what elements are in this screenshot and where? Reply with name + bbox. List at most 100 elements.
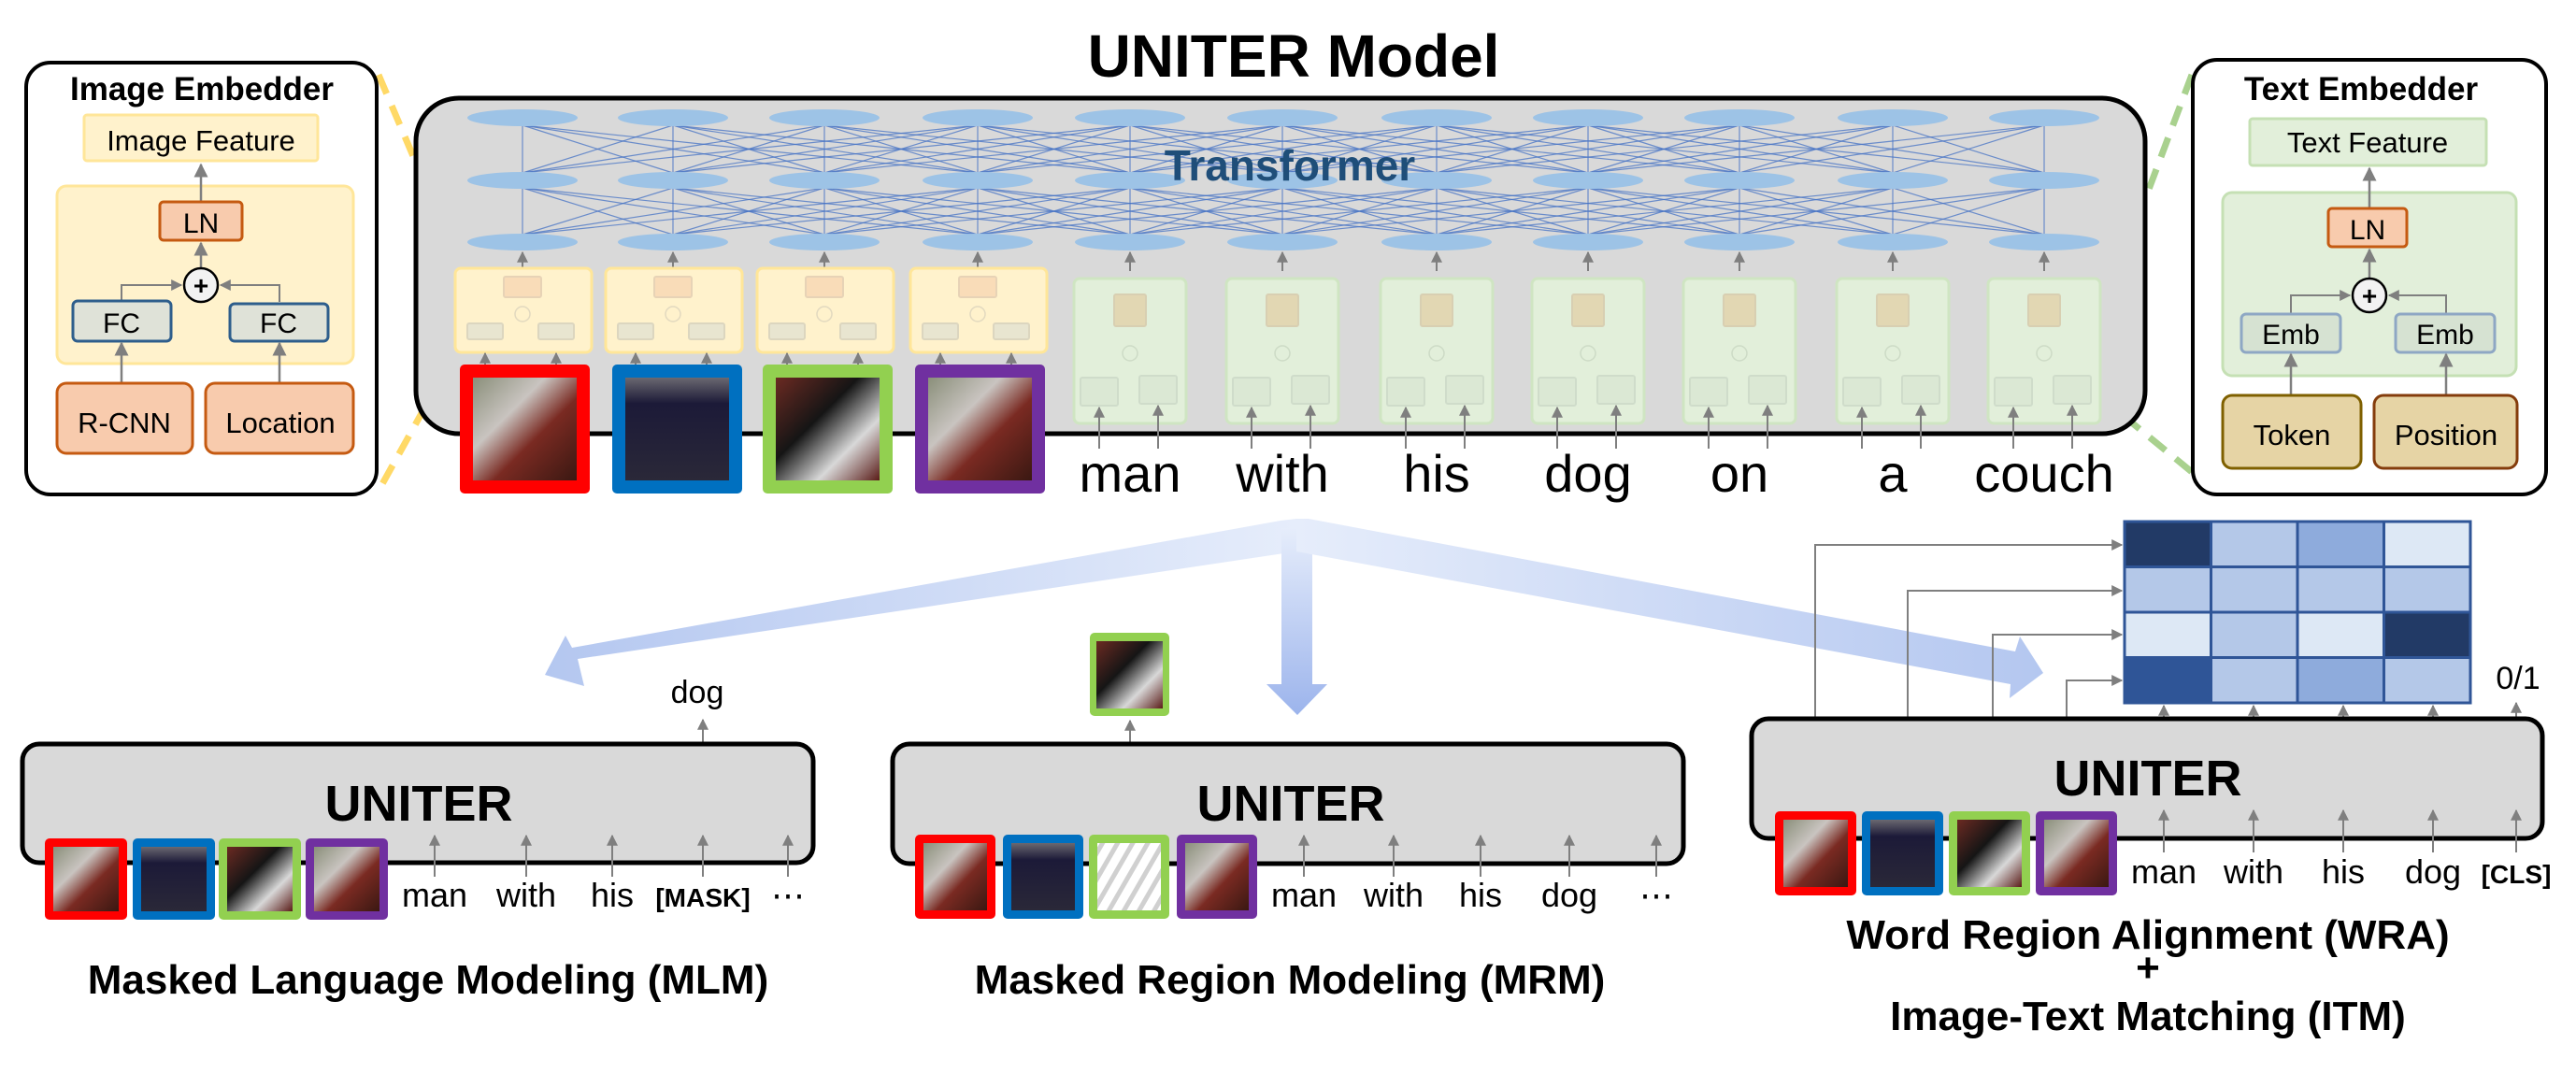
task-region-cup-region-thumb bbox=[1870, 820, 1935, 887]
task-token: man bbox=[402, 876, 467, 914]
task-token: his bbox=[591, 876, 634, 914]
task-fan-arrows bbox=[545, 519, 2043, 715]
mini-emb-box bbox=[1538, 377, 1577, 407]
alignment-cell bbox=[2383, 656, 2472, 705]
alignment-cell bbox=[2296, 656, 2385, 705]
transformer-node bbox=[618, 109, 728, 126]
mlm-uniter-label: UNITER bbox=[325, 776, 513, 832]
mini-ln-box bbox=[653, 276, 693, 298]
input-word: man bbox=[1080, 444, 1181, 503]
image-fc-left-label: FC bbox=[103, 308, 140, 339]
image-ln-label: LN bbox=[183, 208, 219, 239]
alignment-cell bbox=[2123, 520, 2212, 568]
mini-emb-box bbox=[1689, 377, 1728, 407]
transformer-node bbox=[618, 172, 728, 189]
mini-fc-box bbox=[688, 322, 725, 340]
wra-itm-task: 0/1 UNITER man with his dog [CLS] Word Regio… bbox=[1749, 520, 2551, 1039]
image-embedder-panel: Image Embedder Image Feature LN + FC FC … bbox=[24, 61, 379, 496]
mini-emb-box bbox=[1138, 375, 1178, 405]
mini-emb-box bbox=[1994, 377, 2033, 407]
alignment-cell bbox=[2210, 565, 2299, 614]
mrm-caption: Masked Region Modeling (MRM) bbox=[975, 957, 1606, 1003]
task-token: ⋯ bbox=[771, 876, 805, 914]
mini-ln-box bbox=[2027, 293, 2061, 327]
alignment-matrix bbox=[2123, 520, 2472, 705]
alignment-cell bbox=[2296, 520, 2385, 568]
transformer-node bbox=[1989, 234, 2099, 250]
mini-emb-box bbox=[1445, 375, 1484, 405]
rcnn-input-label: R-CNN bbox=[78, 407, 171, 439]
mlm-task: dog UNITER man with his [MASK] ⋯ Masked Lang… bbox=[20, 675, 816, 1003]
transformer-node bbox=[467, 234, 578, 250]
text-feature-label: Text Feature bbox=[2287, 126, 2448, 159]
uniter-diagram: UNITER Model Image Embedder Image Featur… bbox=[20, 22, 2551, 1039]
transformer-node bbox=[1684, 109, 1795, 126]
transformer-node bbox=[1838, 109, 1948, 126]
mini-emb-box bbox=[1291, 375, 1330, 405]
wra-caption-plus: + bbox=[2136, 945, 2160, 991]
mini-fc-box bbox=[466, 322, 504, 340]
mini-emb-box bbox=[1842, 377, 1882, 407]
transformer-node bbox=[1533, 172, 1643, 189]
task-region-full-region-thumb bbox=[2044, 820, 2109, 887]
mini-emb-box bbox=[1386, 377, 1425, 407]
task-token: man bbox=[1271, 876, 1337, 914]
text-ln-label: LN bbox=[2350, 215, 2385, 246]
transformer-node bbox=[923, 172, 1033, 189]
text-emb-left-label: Emb bbox=[2262, 320, 2320, 351]
task-token: dog bbox=[1541, 876, 1597, 914]
transformer-node bbox=[1075, 109, 1185, 126]
task-region-man-region-thumb bbox=[1783, 820, 1848, 887]
mini-fc-box bbox=[537, 322, 575, 340]
input-word: dog bbox=[1544, 444, 1631, 503]
token-input-label: Token bbox=[2254, 419, 2331, 451]
mini-emb-box bbox=[1748, 375, 1787, 405]
transformer-node bbox=[1989, 172, 2099, 189]
alignment-cell bbox=[2296, 610, 2385, 659]
mini-emb-box bbox=[1901, 375, 1940, 405]
image-fc-right-label: FC bbox=[260, 308, 297, 339]
input-sentence: man with his dog on a couch bbox=[1080, 444, 2114, 503]
task-token: his bbox=[1459, 876, 1502, 914]
task-region-man-region-thumb bbox=[53, 847, 119, 911]
transformer-node bbox=[1684, 172, 1795, 189]
transformer-node bbox=[923, 109, 1033, 126]
alignment-cell bbox=[2383, 610, 2472, 659]
mini-ln-box bbox=[1571, 293, 1605, 327]
alignment-cell bbox=[2210, 610, 2299, 659]
transformer-node bbox=[1075, 234, 1185, 250]
mini-ln-box bbox=[805, 276, 844, 298]
alignment-cell bbox=[2296, 565, 2385, 614]
transformer-node bbox=[1533, 234, 1643, 250]
mlm-caption: Masked Language Modeling (MLM) bbox=[88, 957, 768, 1003]
transformer-node bbox=[1838, 234, 1948, 250]
mini-emb-box bbox=[1596, 375, 1636, 405]
task-region-dog-region-masked-thumb bbox=[1097, 843, 1161, 910]
task-region-cup-region-thumb bbox=[141, 847, 207, 911]
transformer-node bbox=[1227, 234, 1338, 250]
task-token: dog bbox=[2405, 852, 2461, 891]
location-input-label: Location bbox=[225, 407, 335, 439]
input-region-dog-region-thumb bbox=[776, 378, 880, 480]
input-word: with bbox=[1235, 444, 1329, 503]
image-plus-label: + bbox=[193, 271, 208, 300]
text-plus-label: + bbox=[2362, 281, 2377, 310]
task-region-full-region-thumb bbox=[1185, 843, 1249, 910]
transformer-node bbox=[618, 234, 728, 250]
task-region-cup-region-thumb bbox=[1011, 843, 1075, 910]
mini-fc-box bbox=[768, 322, 806, 340]
transformer-node bbox=[923, 234, 1033, 250]
image-feature-label: Image Feature bbox=[107, 124, 295, 157]
alignment-cell bbox=[2210, 656, 2299, 705]
transformer-node bbox=[769, 172, 880, 189]
arrow-to-mlm bbox=[545, 519, 1296, 686]
task-region-dog-region-thumb bbox=[1957, 820, 2022, 887]
mini-fc-box bbox=[839, 322, 877, 340]
diagram-title: UNITER Model bbox=[1088, 22, 1500, 90]
transformer-node bbox=[1381, 109, 1492, 126]
task-token: with bbox=[1363, 876, 1424, 914]
mini-ln-box bbox=[1723, 293, 1756, 327]
alignment-cell bbox=[2383, 520, 2472, 568]
transformer-node bbox=[467, 172, 578, 189]
text-embedder-panel: Text Embedder Text Feature LN + Emb Emb … bbox=[2191, 58, 2548, 496]
